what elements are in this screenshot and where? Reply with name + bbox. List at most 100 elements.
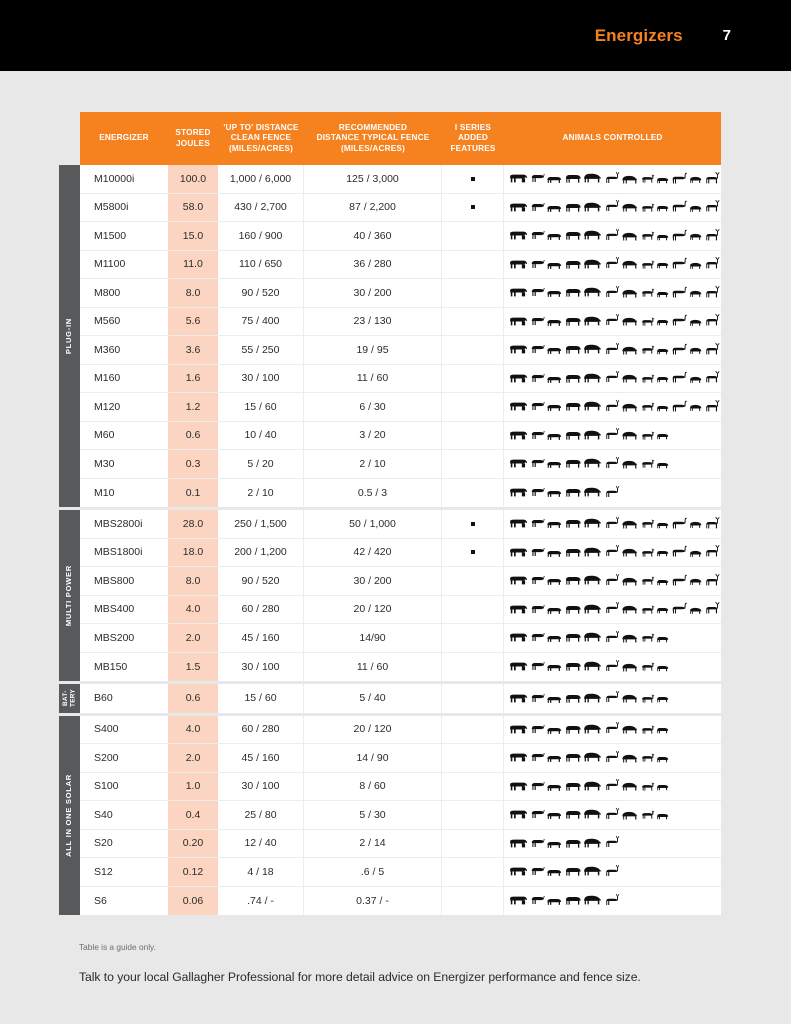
pig-icon: [547, 348, 562, 355]
goat-icon: [531, 604, 545, 613]
sheep-icon: [565, 605, 581, 614]
wild-boar-icon: [690, 177, 702, 184]
sheep-icon: [565, 489, 581, 497]
cattle-icon: [510, 374, 527, 383]
table-row: MBS1800i 18.0 200 / 1,200 42 / 420: [80, 538, 721, 567]
cell-iseries-feature: [442, 858, 504, 886]
cell-recommended-distance: 23 / 130: [304, 307, 442, 335]
cell-recommended-distance: 50 / 1,000: [304, 510, 442, 538]
goat-icon: [531, 345, 545, 354]
cattle-icon: [510, 782, 527, 791]
bison-icon: [584, 604, 601, 614]
bison-icon: [584, 661, 601, 671]
iseries-dot-icon: [470, 550, 475, 555]
cattle-icon: [510, 203, 527, 212]
cell-energizer: M560: [94, 315, 121, 328]
wild-boar-icon: [690, 550, 702, 557]
group-label-battery: BAT- TERY: [59, 684, 80, 713]
boar-icon: [657, 665, 669, 671]
cell-animals-controlled: [504, 801, 721, 829]
cell-energizer: MB150: [94, 660, 128, 673]
pig-icon: [547, 579, 562, 586]
cell-energizer: B60: [94, 692, 113, 705]
group-label-text: ALL IN ONE SOLAR: [64, 773, 74, 857]
cell-clean-fence: 200 / 1,200: [218, 538, 304, 566]
table-row: S40 0.4 25 / 80 5 / 30: [80, 801, 721, 830]
dog-icon: [641, 633, 654, 642]
bison-icon: [584, 202, 601, 212]
cell-animals-controlled: [504, 653, 721, 682]
cell-animals-controlled: [504, 716, 721, 744]
cell-iseries-feature: [442, 624, 504, 652]
cell-iseries-feature: [442, 772, 504, 800]
goat-icon: [531, 202, 545, 211]
cell-stored-joules: 2.0: [168, 744, 218, 772]
cell-animals-controlled: [504, 479, 721, 508]
pig-icon: [547, 433, 562, 440]
cell-energizer: M30: [94, 457, 115, 470]
cell-energizer: S40: [94, 808, 113, 821]
energizer-comparison-table: ENERGIZER STORED JOULES 'UP TO' DISTANCE…: [59, 112, 721, 915]
deer-icon: [605, 371, 619, 383]
table-row: M560 5.6 75 / 400 23 / 130: [80, 307, 721, 336]
cell-iseries-feature: [442, 279, 504, 307]
bison-icon: [584, 575, 601, 585]
wild-boar-icon: [690, 376, 702, 383]
cattle-icon: [510, 459, 527, 468]
table-group: BAT- TERY B60 0.6 15 / 60 5 / 40: [59, 684, 721, 713]
sheep-icon: [565, 460, 581, 468]
cell-animals-controlled: [504, 450, 721, 478]
bison-icon: [584, 895, 601, 905]
boar-icon: [657, 697, 669, 703]
cattle-icon: [510, 839, 527, 848]
boar-icon: [657, 636, 669, 642]
pig-icon: [547, 841, 562, 848]
column-header-recommended-line2: DISTANCE TYPICAL FENCE: [316, 133, 430, 143]
dog-icon: [641, 431, 654, 440]
dog-icon: [641, 260, 654, 269]
cattle-icon: [510, 260, 527, 269]
bison-icon: [584, 809, 601, 819]
wild-boar-icon: [690, 405, 702, 412]
cell-iseries-feature: [442, 744, 504, 772]
cell-iseries-feature: [442, 478, 504, 507]
cell-stored-joules: 0.6: [168, 684, 218, 713]
goat-icon: [531, 259, 545, 268]
group-label-text: MULTI POWER: [64, 564, 74, 627]
cell-recommended-distance: 11 / 60: [304, 364, 442, 392]
dog-icon: [641, 810, 654, 819]
deer-icon: [605, 342, 619, 354]
bear-icon: [622, 695, 638, 703]
cell-animals-controlled: [504, 624, 721, 652]
boar-icon: [657, 377, 669, 383]
sheep-icon: [565, 839, 581, 848]
cell-iseries-feature: [442, 801, 504, 829]
bear-icon: [622, 663, 638, 672]
group-label-plug-in: PLUG-IN: [59, 165, 80, 507]
cell-stored-joules: 15.0: [168, 222, 218, 250]
sheep-icon: [565, 346, 581, 354]
goat-icon: [531, 781, 545, 790]
bison-icon: [584, 287, 601, 297]
iseries-dot-icon: [470, 205, 475, 210]
cell-animals-controlled: [504, 830, 721, 858]
cattle-icon: [510, 402, 527, 411]
boar-icon: [657, 405, 669, 411]
horse-icon: [672, 343, 687, 355]
cell-recommended-distance: 30 / 200: [304, 279, 442, 307]
bear-icon: [622, 289, 638, 298]
cell-energizer: M800: [94, 286, 121, 299]
cell-iseries-feature: [442, 307, 504, 335]
cell-recommended-distance: 30 / 200: [304, 567, 442, 595]
cell-iseries-feature: [442, 393, 504, 421]
cell-energizer: M360: [94, 343, 121, 356]
sheep-icon: [565, 897, 581, 905]
table-row: M1500 15.0 160 / 900 40 / 360: [80, 222, 721, 251]
column-header-energizer: ENERGIZER: [80, 133, 168, 144]
pig-icon: [547, 899, 562, 906]
pig-icon: [547, 550, 562, 557]
boar-icon: [657, 434, 669, 440]
dog-icon: [641, 345, 654, 354]
deer-icon: [605, 171, 619, 183]
page-header-bar: Energizers 7: [0, 0, 791, 71]
